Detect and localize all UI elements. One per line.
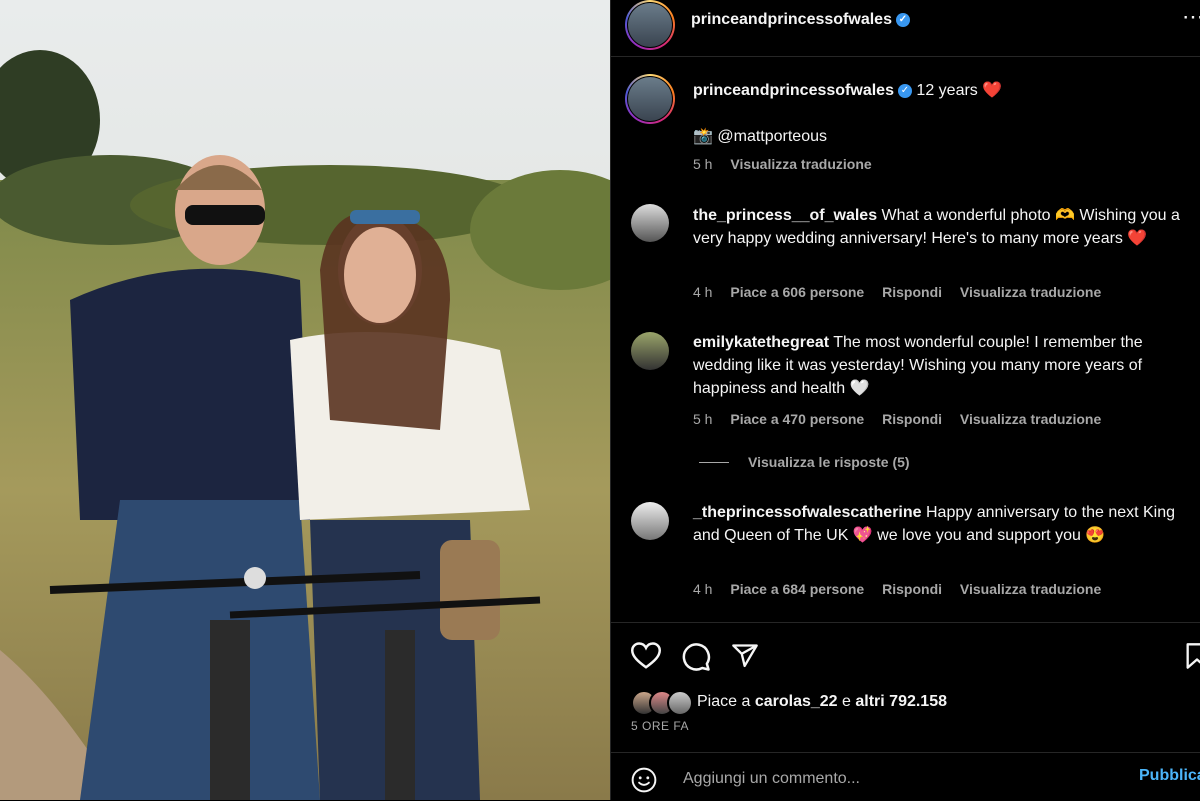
comment-icon[interactable] — [681, 642, 711, 672]
caption-credit: 📸 @mattporteous — [693, 128, 827, 145]
comment-input[interactable] — [681, 769, 1105, 789]
comment-meta: 5 h Piace a 470 persone Rispondi Visuali… — [693, 411, 1115, 427]
emoji-icon[interactable] — [631, 767, 657, 793]
comment-time: 4 h — [693, 581, 713, 597]
likes-summary[interactable]: Piace a carolas_22 e altri 792.158 — [697, 693, 947, 711]
translate-link[interactable]: Visualizza traduzione — [960, 411, 1101, 427]
translate-link[interactable]: Visualizza traduzione — [960, 284, 1101, 300]
author-avatar[interactable] — [625, 0, 675, 50]
post-header: princeandprincessofwales ✓ ⋯ — [611, 0, 1200, 57]
post-panel: princeandprincessofwales ✓ ⋯ princeandpri… — [610, 0, 1200, 800]
reply-button[interactable]: Rispondi — [882, 284, 942, 300]
verified-badge-icon: ✓ — [897, 83, 912, 98]
comment-avatar[interactable] — [631, 332, 669, 370]
post-photo — [0, 0, 610, 800]
caption-time: 5 h — [693, 156, 713, 172]
caption-line: princeandprincessofwales ✓ 12 years ❤️ — [693, 80, 1002, 100]
liker-avatar — [667, 690, 693, 716]
comment-user[interactable]: the_princess__of_wales — [693, 207, 877, 224]
couple-photo — [0, 0, 610, 800]
caption-author[interactable]: princeandprincessofwales — [693, 82, 894, 99]
bookmark-icon[interactable] — [1185, 642, 1200, 670]
comment-likes[interactable]: Piace a 606 persone — [730, 284, 864, 300]
comment-likes[interactable]: Piace a 684 persone — [730, 581, 864, 597]
comment-text: the_princess__of_wales What a wonderful … — [693, 204, 1183, 250]
translate-link[interactable]: Visualizza traduzione — [960, 581, 1101, 597]
comment-likes[interactable]: Piace a 470 persone — [730, 411, 864, 427]
comment-time: 5 h — [693, 411, 713, 427]
view-replies-link[interactable]: Visualizza le risposte (5) — [748, 454, 910, 470]
more-dots-icon[interactable]: ⋯ — [1182, 4, 1200, 30]
likes-others[interactable]: altri 792.158 — [855, 693, 947, 710]
likes-user[interactable]: carolas_22 — [755, 693, 838, 710]
share-icon[interactable] — [730, 642, 760, 670]
caption-meta: 5 h Visualizza traduzione — [693, 156, 886, 172]
heart-icon[interactable] — [631, 642, 661, 670]
comment-user[interactable]: _theprincessofwalescatherine — [693, 504, 922, 521]
comment-user[interactable]: emilykatethegreat — [693, 334, 829, 351]
verified-badge-icon: ✓ — [895, 12, 910, 27]
comment-avatar[interactable] — [631, 204, 669, 242]
likes-middle: e — [842, 693, 851, 710]
reply-button[interactable]: Rispondi — [882, 411, 942, 427]
comment-time: 4 h — [693, 284, 713, 300]
comment-avatar[interactable] — [631, 502, 669, 540]
comment-bar: Pubblica — [611, 752, 1200, 801]
post-time-ago: 5 ORE FA — [631, 719, 690, 733]
caption-author-avatar[interactable] — [625, 74, 675, 124]
post-author[interactable]: princeandprincessofwales ✓ — [691, 11, 910, 29]
caption-translate-link[interactable]: Visualizza traduzione — [730, 156, 871, 172]
comment-text: _theprincessofwalescatherine Happy anniv… — [693, 501, 1183, 547]
caption-text: 12 years ❤️ — [916, 82, 1003, 99]
likes-prefix: Piace a — [697, 693, 751, 710]
publish-button[interactable]: Pubblica — [1139, 767, 1200, 785]
comment-meta: 4 h Piace a 684 persone Rispondi Visuali… — [693, 581, 1115, 597]
comment-text: emilykatethegreat The most wonderful cou… — [693, 331, 1183, 400]
reply-button[interactable]: Rispondi — [882, 581, 942, 597]
comment-meta: 4 h Piace a 606 persone Rispondi Visuali… — [693, 284, 1115, 300]
replies-divider — [699, 462, 729, 463]
